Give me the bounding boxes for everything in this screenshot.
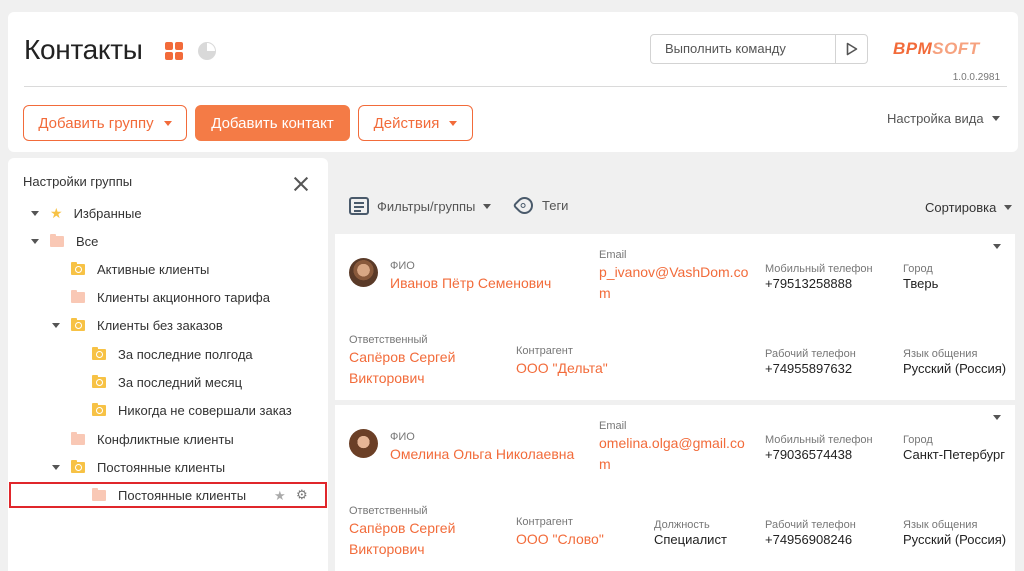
chevron-down-icon (991, 116, 1000, 121)
mobile-phone-value: +79036574438 (765, 447, 853, 462)
actions-button[interactable]: Действия (358, 105, 473, 141)
expand-icon[interactable] (31, 210, 39, 216)
chevron-down-icon[interactable] (993, 244, 1001, 249)
tag-icon (512, 193, 537, 218)
chevron-down-icon[interactable] (993, 415, 1001, 420)
chevron-down-icon (163, 120, 172, 126)
version-label: 1.0.0.2981 (952, 72, 1000, 83)
contact-name-link[interactable]: Омелина Ольга Николаевна (390, 444, 574, 465)
view-settings-button[interactable]: Настройка вида (887, 111, 1000, 126)
contact-name-link[interactable]: Иванов Пётр Семенович (390, 273, 551, 294)
contact-card[interactable]: ФИО Омелина Ольга Николаевна Email omeli… (335, 405, 1015, 571)
city-value: Тверь (903, 276, 939, 291)
language-value: Русский (Россия) (903, 361, 1007, 376)
analytics-view-icon[interactable] (198, 42, 216, 60)
work-phone-value: +74955897632 (765, 361, 853, 376)
tree-item-regular-clients[interactable]: Постоянные клиенты (52, 455, 225, 479)
owner-link[interactable]: Сапёров Сергей Викторович (349, 518, 455, 560)
tree-item-regular-clients-static[interactable]: Постоянные клиенты (73, 483, 246, 507)
filter-list-icon (349, 197, 369, 215)
mobile-phone-value: +79513258888 (765, 276, 853, 291)
folder-icon (71, 289, 85, 303)
dynamic-folder-icon (92, 346, 106, 360)
chevron-down-icon (449, 120, 458, 126)
page-header: Контакты BPMSOFT 1.0.0.2981 Добавить гру… (8, 12, 1018, 152)
tree-item-last-half-year[interactable]: За последние полгода (73, 342, 253, 366)
command-input[interactable] (665, 41, 835, 56)
tree-item-favorites[interactable]: ★ Избранные (31, 201, 142, 225)
star-icon: ★ (50, 205, 63, 221)
expand-icon[interactable] (31, 238, 39, 244)
dynamic-folder-icon (92, 374, 106, 388)
tree-item-promo-clients[interactable]: Клиенты акционного тарифа (52, 285, 270, 309)
account-link[interactable]: ООО "Слово" (516, 529, 604, 550)
add-group-button[interactable]: Добавить группу (23, 105, 187, 141)
dynamic-folder-icon (71, 261, 85, 275)
chevron-down-icon (483, 203, 492, 209)
tree-item-active-clients[interactable]: Активные клиенты (52, 257, 209, 281)
tree-item-never-ordered[interactable]: Никогда не совершали заказ (73, 398, 292, 422)
expand-icon[interactable] (52, 322, 60, 328)
contact-card[interactable]: ФИО Иванов Пётр Семенович Email p_ivanov… (335, 234, 1015, 400)
email-link[interactable]: p_ivanov@VashDom.co m (599, 262, 748, 304)
tree-item-no-orders[interactable]: Клиенты без заказов (52, 313, 223, 337)
owner-link[interactable]: Сапёров Сергей Викторович (349, 347, 455, 389)
tree-item-all[interactable]: Все (31, 229, 98, 253)
chevron-down-icon (1004, 205, 1013, 210)
run-command-button[interactable] (835, 35, 867, 63)
bpmsoft-logo: BPMSOFT (893, 39, 980, 58)
email-link[interactable]: omelina.olga@gmail.co m (599, 433, 745, 475)
play-icon (846, 42, 857, 56)
avatar (349, 429, 378, 458)
dynamic-folder-icon (71, 317, 85, 331)
dynamic-folder-icon (71, 459, 85, 473)
language-value: Русский (Россия) (903, 532, 1007, 547)
avatar (349, 258, 378, 287)
command-line[interactable] (650, 34, 868, 64)
expand-icon[interactable] (52, 464, 60, 470)
dynamic-folder-icon (92, 402, 106, 416)
job-title-value: Специалист (654, 532, 727, 547)
gear-icon[interactable]: ⚙ (296, 487, 308, 503)
filters-groups-button[interactable]: Фильтры/группы (349, 197, 492, 215)
folder-icon (92, 487, 106, 501)
folder-icon (50, 233, 64, 247)
favorite-star-icon[interactable]: ★ (274, 488, 286, 504)
panel-title: Настройки группы (23, 174, 133, 189)
page-title: Контакты (24, 34, 143, 65)
tree-item-conflict-clients[interactable]: Конфликтные клиенты (52, 427, 234, 451)
work-phone-value: +74956908246 (765, 532, 853, 547)
add-contact-button[interactable]: Добавить контакт (195, 105, 350, 141)
tile-view-icon[interactable] (165, 42, 183, 60)
group-settings-panel: Настройки группы ★ Избранные Все Активные… (8, 158, 328, 571)
close-icon[interactable] (293, 176, 309, 192)
header-divider (24, 86, 1007, 87)
city-value: Санкт-Петербург (903, 447, 1005, 462)
account-link[interactable]: ООО "Дельта" (516, 358, 608, 379)
tags-button[interactable]: Теги (512, 193, 568, 218)
sort-button[interactable]: Сортировка (925, 200, 1013, 215)
tree-item-last-month[interactable]: За последний месяц (73, 370, 242, 394)
folder-icon (71, 431, 85, 445)
